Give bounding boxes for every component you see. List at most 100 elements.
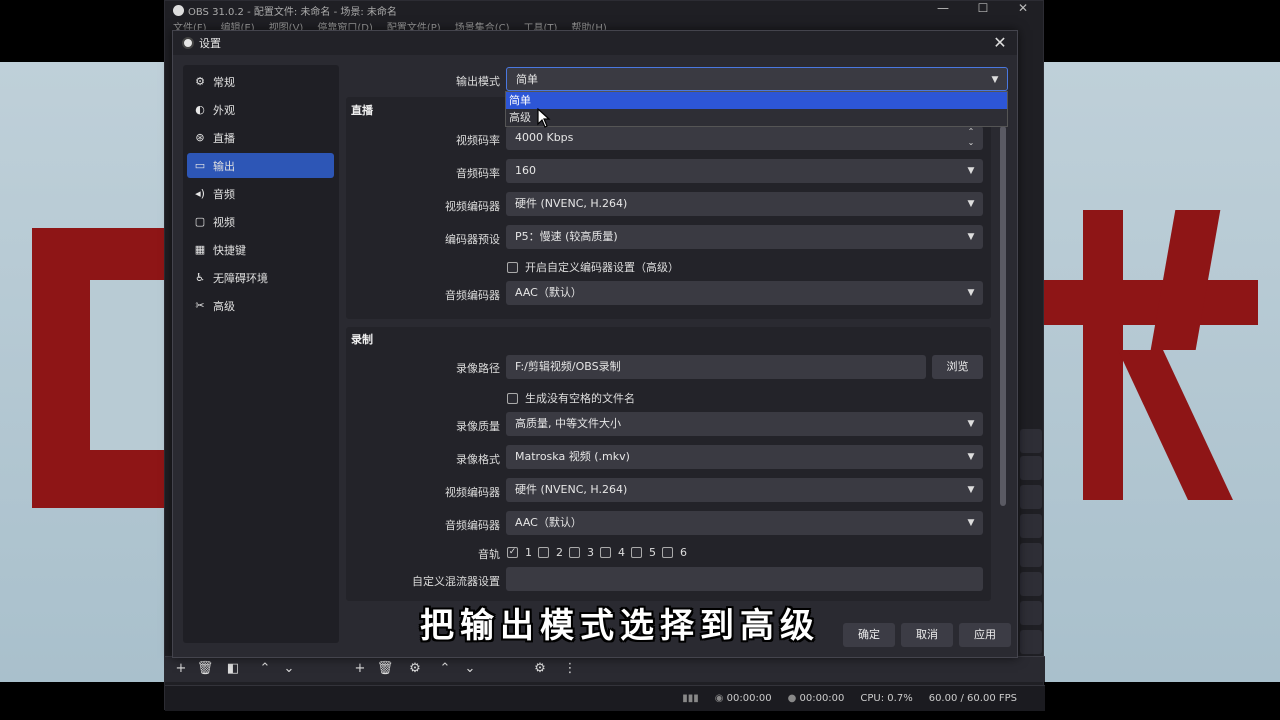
audio-bitrate-select[interactable]: 160 ▼ (506, 159, 983, 183)
more-options-icon[interactable]: ⋮ (560, 659, 580, 679)
sidebar-item-output[interactable]: ▭ 输出 (187, 153, 334, 178)
chevron-down-icon: ▼ (967, 288, 975, 298)
stream-audio-encoder-select[interactable]: AAC（默认） ▼ (506, 281, 983, 305)
checkbox-box[interactable] (600, 547, 611, 558)
apply-button[interactable]: 应用 (959, 623, 1011, 647)
settings-sidebar: ⚙ 常规 ◐ 外观 ⊛ 直播 ▭ 输出 ◂) 音频 ▢ 视频 ▦ 快捷键 ♿ 无 (183, 65, 339, 643)
stream-video-encoder-label: 视频编码器 (445, 200, 500, 213)
dock-control[interactable] (1020, 601, 1042, 625)
obs-logo-icon (173, 4, 184, 16)
dock-control[interactable] (1020, 485, 1042, 509)
sidebar-item-advanced[interactable]: ✂ 高级 (187, 293, 334, 318)
streaming-section-title: 直播 (351, 104, 373, 117)
move-down-icon[interactable]: ⌄ (279, 659, 299, 679)
dock-pop-out-button[interactable] (1020, 429, 1042, 453)
close-icon[interactable]: ✕ (1003, 1, 1043, 17)
speaker-icon: ◂) (195, 186, 205, 200)
output-mode-label: 输出模式 (456, 75, 500, 88)
rec-video-encoder-select[interactable]: 硬件 (NVENC, H.264) ▼ (506, 478, 983, 502)
record-time: ● 00:00:00 (787, 693, 845, 704)
checkbox-box[interactable] (538, 547, 549, 558)
chevron-down-icon: ▼ (967, 452, 975, 462)
check-icon[interactable]: ✓ (507, 547, 518, 558)
muxer-settings-input[interactable] (506, 567, 983, 591)
checkbox-box[interactable] (662, 547, 673, 558)
sidebar-item-video[interactable]: ▢ 视频 (187, 209, 334, 234)
video-bitrate-label: 视频码率 (456, 134, 500, 147)
chevron-down-icon: ▼ (967, 166, 975, 176)
browse-button[interactable]: 浏览 (932, 355, 983, 379)
recording-path-input[interactable]: F:/剪辑视频/OBS录制 (506, 355, 926, 379)
chevron-down-icon: ▼ (967, 232, 975, 242)
spin-arrows-icon[interactable]: ⌃ ⌄ (959, 126, 983, 150)
remove-source-icon[interactable]: 🗑 (375, 659, 395, 679)
stream-video-encoder-select[interactable]: 硬件 (NVENC, H.264) ▼ (506, 192, 983, 216)
record-icon: ● (787, 693, 800, 704)
source-properties-icon[interactable]: ⚙ (405, 659, 425, 679)
chevron-down-icon: ▼ (967, 518, 975, 528)
source-up-icon[interactable]: ⌃ (435, 659, 455, 679)
dock-control[interactable] (1020, 630, 1042, 654)
track-1-checkbox[interactable]: ✓ 1 (507, 546, 532, 559)
rec-audio-encoder-select[interactable]: AAC（默认） ▼ (506, 511, 983, 535)
accessibility-icon: ♿ (195, 270, 205, 284)
sidebar-item-audio[interactable]: ◂) 音频 (187, 181, 334, 206)
add-scene-icon[interactable]: + (171, 659, 191, 679)
filter-icon[interactable]: ◧ (223, 659, 243, 679)
output-mode-select[interactable]: 简单 ▼ (506, 67, 1008, 91)
dropdown-option-advanced[interactable]: 高级 (506, 109, 1007, 126)
video-bitrate-spinbox[interactable]: 4000 Kbps ⌃ ⌄ (506, 126, 983, 150)
dock-settings-button[interactable] (1020, 543, 1042, 567)
mouse-cursor-icon (537, 108, 551, 128)
monitor-icon: ▢ (194, 214, 206, 228)
track-2-checkbox[interactable]: 2 (538, 546, 563, 559)
obs-window-title: OBS 31.0.2 - 配置文件: 未命名 - 场景: 未命名 (188, 6, 397, 18)
recording-format-label: 录像格式 (456, 453, 500, 466)
sidebar-item-accessibility[interactable]: ♿ 无障碍环境 (187, 265, 334, 290)
window-controls: — ☐ ✕ (923, 1, 1043, 17)
minimize-icon[interactable]: — (923, 1, 963, 17)
checkbox-box[interactable] (569, 547, 580, 558)
dock-control[interactable] (1020, 514, 1042, 538)
dock-control[interactable] (1020, 456, 1042, 480)
move-up-icon[interactable]: ⌃ (255, 659, 275, 679)
encoder-preset-select[interactable]: P5：慢速 (较高质量) ▼ (506, 225, 983, 249)
output-icon: ▭ (194, 158, 206, 172)
maximize-icon[interactable]: ☐ (963, 1, 1003, 17)
palette-icon: ◐ (195, 102, 205, 116)
dock-control[interactable] (1020, 572, 1042, 596)
settings-scrollbar[interactable] (1000, 126, 1006, 506)
tools-icon: ✂ (195, 298, 205, 312)
track-4-checkbox[interactable]: 4 (600, 546, 625, 559)
dropdown-option-simple[interactable]: 简单 (506, 92, 1007, 109)
recording-section-title: 录制 (351, 333, 373, 346)
recording-format-select[interactable]: Matroska 视频 (.mkv) ▼ (506, 445, 983, 469)
cancel-button[interactable]: 取消 (901, 623, 953, 647)
ok-button[interactable]: 确定 (843, 623, 895, 647)
obs-titlebar: OBS 31.0.2 - 配置文件: 未命名 - 场景: 未命名 (165, 1, 1043, 19)
audio-bitrate-label: 音频码率 (456, 167, 500, 180)
audio-mixer-settings-icon[interactable]: ⚙ (530, 659, 550, 679)
recording-quality-label: 录像质量 (456, 420, 500, 433)
sidebar-item-stream[interactable]: ⊛ 直播 (187, 125, 334, 150)
recording-quality-select[interactable]: 高质量, 中等文件大小 ▼ (506, 412, 983, 436)
source-down-icon[interactable]: ⌄ (460, 659, 480, 679)
track-3-checkbox[interactable]: 3 (569, 546, 594, 559)
sidebar-item-hotkeys[interactable]: ▦ 快捷键 (187, 237, 334, 262)
add-source-icon[interactable]: + (350, 659, 370, 679)
sidebar-item-appearance[interactable]: ◐ 外观 (187, 97, 334, 122)
sidebar-item-general[interactable]: ⚙ 常规 (187, 69, 334, 94)
no-space-filename-checkbox[interactable]: 生成没有空格的文件名 (507, 390, 635, 406)
obs-logo-icon (182, 37, 194, 49)
track-6-checkbox[interactable]: 6 (662, 546, 687, 559)
track-5-checkbox[interactable]: 5 (631, 546, 656, 559)
gear-icon: ⚙ (195, 74, 205, 88)
checkbox-box[interactable] (507, 261, 518, 273)
remove-scene-icon[interactable]: 🗑 (195, 659, 215, 679)
close-icon[interactable]: ✕ (991, 34, 1009, 52)
stream-icon: ◉ (714, 693, 727, 704)
checkbox-box[interactable] (631, 547, 642, 558)
cpu-usage: CPU: 0.7% (860, 693, 913, 704)
custom-encoder-checkbox[interactable]: 开启自定义编码器设置（高级） (507, 259, 679, 275)
checkbox-box[interactable] (507, 392, 518, 404)
